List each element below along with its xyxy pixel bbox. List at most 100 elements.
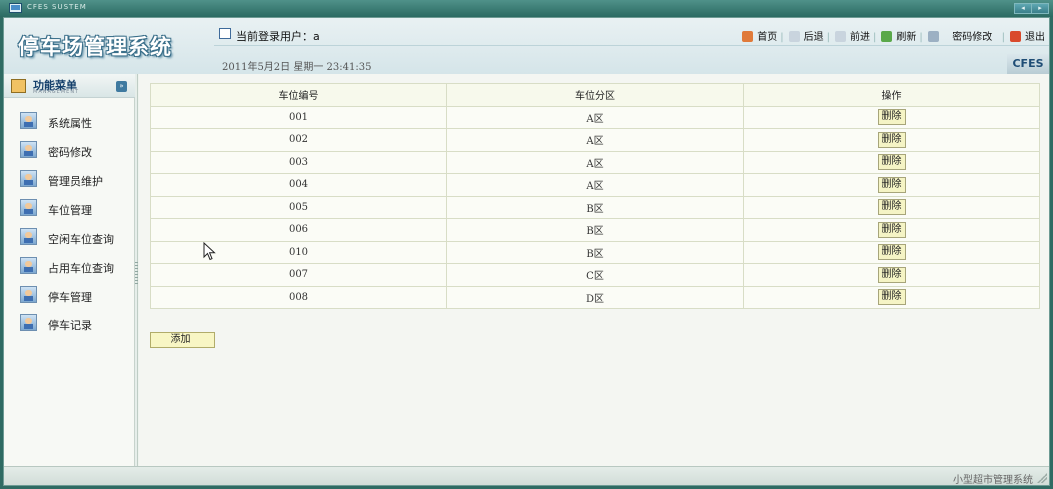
sidebar-item-space-management[interactable]: 车位管理 [20, 199, 132, 219]
cell-action: 删除 [743, 195, 1040, 219]
table-row: 007 C区 删除 [150, 263, 1040, 287]
sidebar-item-label: 管理员维护 [48, 175, 103, 188]
cell-action: 删除 [743, 128, 1040, 152]
status-bar: 小型超市管理系统 [4, 466, 1049, 486]
app-icon [9, 3, 22, 13]
sidebar-item-admin-maintenance[interactable]: 管理员维护 [20, 170, 132, 190]
app-frame: 停车场管理系统 当前登录用户：a 首页 | 后退 | 前进 | 刷新 | 密码修改 | 退出 2… [3, 17, 1050, 486]
sidebar-item-label: 空闲车位查询 [48, 233, 114, 246]
delete-button[interactable]: 删除 [877, 221, 906, 238]
cell-space-id: 004 [150, 173, 447, 197]
cell-space-id: 003 [150, 150, 447, 174]
window-maximize-button[interactable]: ▸ [1031, 3, 1049, 14]
nav-refresh[interactable]: 刷新 [881, 28, 916, 43]
sidebar-splitter[interactable] [135, 74, 138, 466]
delete-button[interactable]: 删除 [877, 109, 906, 126]
delete-button[interactable]: 删除 [877, 154, 906, 171]
column-header-action: 操作 [743, 83, 1040, 107]
sidebar-item-label: 停车记录 [48, 319, 92, 332]
sidebar-item-parking-management[interactable]: 停车管理 [20, 286, 132, 306]
user-card-icon [20, 257, 37, 274]
cell-zone: C区 [446, 263, 744, 287]
cell-space-id: 002 [150, 128, 447, 152]
sidebar-item-label: 占用车位查询 [48, 262, 114, 275]
cell-space-id: 008 [150, 285, 447, 309]
window-title: CFES SUSTEM [27, 3, 87, 11]
nav-forward-label: 前进 [849, 32, 870, 43]
nav-divider: | [872, 32, 877, 43]
sidebar-item-label: 系统属性 [48, 117, 92, 130]
cell-zone: A区 [446, 128, 744, 152]
edit-icon [927, 31, 939, 42]
cell-zone: A区 [446, 173, 744, 197]
user-card-icon [20, 286, 37, 303]
delete-button[interactable]: 删除 [877, 131, 906, 148]
nav-forward[interactable]: 前进 [834, 28, 870, 43]
delete-button[interactable]: 删除 [877, 244, 906, 261]
cell-zone: A区 [446, 150, 744, 174]
menu-folder-icon [11, 79, 26, 93]
user-card-icon [20, 228, 37, 245]
current-user-label: 当前登录用户：a [236, 30, 320, 43]
app-header: 停车场管理系统 当前登录用户：a 首页 | 后退 | 前进 | 刷新 | 密码修改 | 退出 2… [4, 18, 1049, 74]
table-header-row: 车位编号 车位分区 操作 [150, 83, 1040, 107]
cell-space-id: 007 [150, 263, 447, 287]
sidebar-item-label: 车位管理 [48, 204, 92, 217]
top-nav: 首页 | 后退 | 前进 | 刷新 | 密码修改 | 退出 [740, 28, 1045, 43]
parking-space-table: 车位编号 车位分区 操作 001 A区 删除 002 A区 删除 003 A区 … [150, 83, 1040, 309]
user-card-icon [20, 199, 37, 216]
nav-refresh-label: 刷新 [896, 32, 917, 43]
sidebar-item-occupied-space-query[interactable]: 占用车位查询 [20, 257, 132, 277]
cell-action: 删除 [743, 150, 1040, 174]
cell-action: 删除 [743, 218, 1040, 242]
back-icon [788, 31, 800, 42]
user-card-icon [20, 141, 37, 158]
nav-change-password[interactable]: 密码修改 [927, 28, 993, 43]
delete-button[interactable]: 删除 [877, 266, 906, 283]
app-logo: 停车场管理系统 [18, 35, 172, 59]
sidebar-item-label: 停车管理 [48, 291, 92, 304]
nav-divider: | [826, 32, 830, 43]
user-card-icon [20, 112, 37, 129]
delete-button[interactable]: 删除 [877, 176, 906, 193]
column-header-zone: 车位分区 [446, 83, 744, 107]
cell-zone: B区 [446, 195, 744, 219]
table-row: 006 B区 删除 [150, 218, 1040, 242]
table-row: 004 A区 删除 [150, 173, 1040, 197]
table-row: 003 A区 删除 [150, 150, 1040, 174]
nav-logout[interactable]: 退出 [1010, 28, 1045, 43]
resize-grip-icon[interactable] [1037, 473, 1047, 483]
mouse-cursor-icon [203, 242, 216, 261]
cell-zone: D区 [446, 285, 744, 309]
nav-change-password-label: 密码修改 [952, 32, 993, 43]
nav-back[interactable]: 后退 [788, 28, 824, 43]
current-datetime: 2011年5月2日 星期一 23:41:35 [222, 62, 372, 73]
sidebar-item-free-space-query[interactable]: 空闲车位查询 [20, 228, 132, 248]
cell-zone: B区 [446, 218, 744, 242]
nav-home-label: 首页 [757, 32, 778, 43]
brand-badge: CFES [1007, 54, 1049, 74]
cell-space-id: 006 [150, 218, 447, 242]
sidebar-item-system-properties[interactable]: 系统属性 [20, 112, 132, 132]
cell-space-id: 001 [150, 105, 447, 129]
user-bar: 当前登录用户：a 首页 | 后退 | 前进 | 刷新 | 密码修改 | 退出 [214, 26, 1049, 45]
add-button[interactable]: 添加 [150, 332, 215, 348]
splitter-grip-icon [135, 262, 138, 286]
sidebar-item-parking-records[interactable]: 停车记录 [20, 314, 132, 334]
cell-action: 删除 [743, 285, 1040, 309]
logout-icon [1010, 31, 1021, 42]
sidebar-item-change-password[interactable]: 密码修改 [20, 141, 132, 161]
forward-icon [834, 31, 846, 42]
window-minimize-button[interactable]: ◂ [1014, 3, 1032, 14]
user-card-icon [20, 314, 37, 331]
main-content: 车位编号 车位分区 操作 001 A区 删除 002 A区 删除 003 A区 … [139, 74, 1049, 466]
delete-button[interactable]: 删除 [877, 199, 906, 216]
delete-button[interactable]: 删除 [877, 289, 906, 306]
home-icon [742, 31, 754, 42]
cell-action: 删除 [743, 240, 1040, 264]
nav-home[interactable]: 首页 [742, 28, 777, 43]
status-text: 小型超市管理系统 [953, 475, 1033, 486]
refresh-icon [881, 31, 893, 42]
sidebar-collapse-button[interactable]: » [116, 81, 127, 92]
cell-action: 删除 [743, 173, 1040, 197]
